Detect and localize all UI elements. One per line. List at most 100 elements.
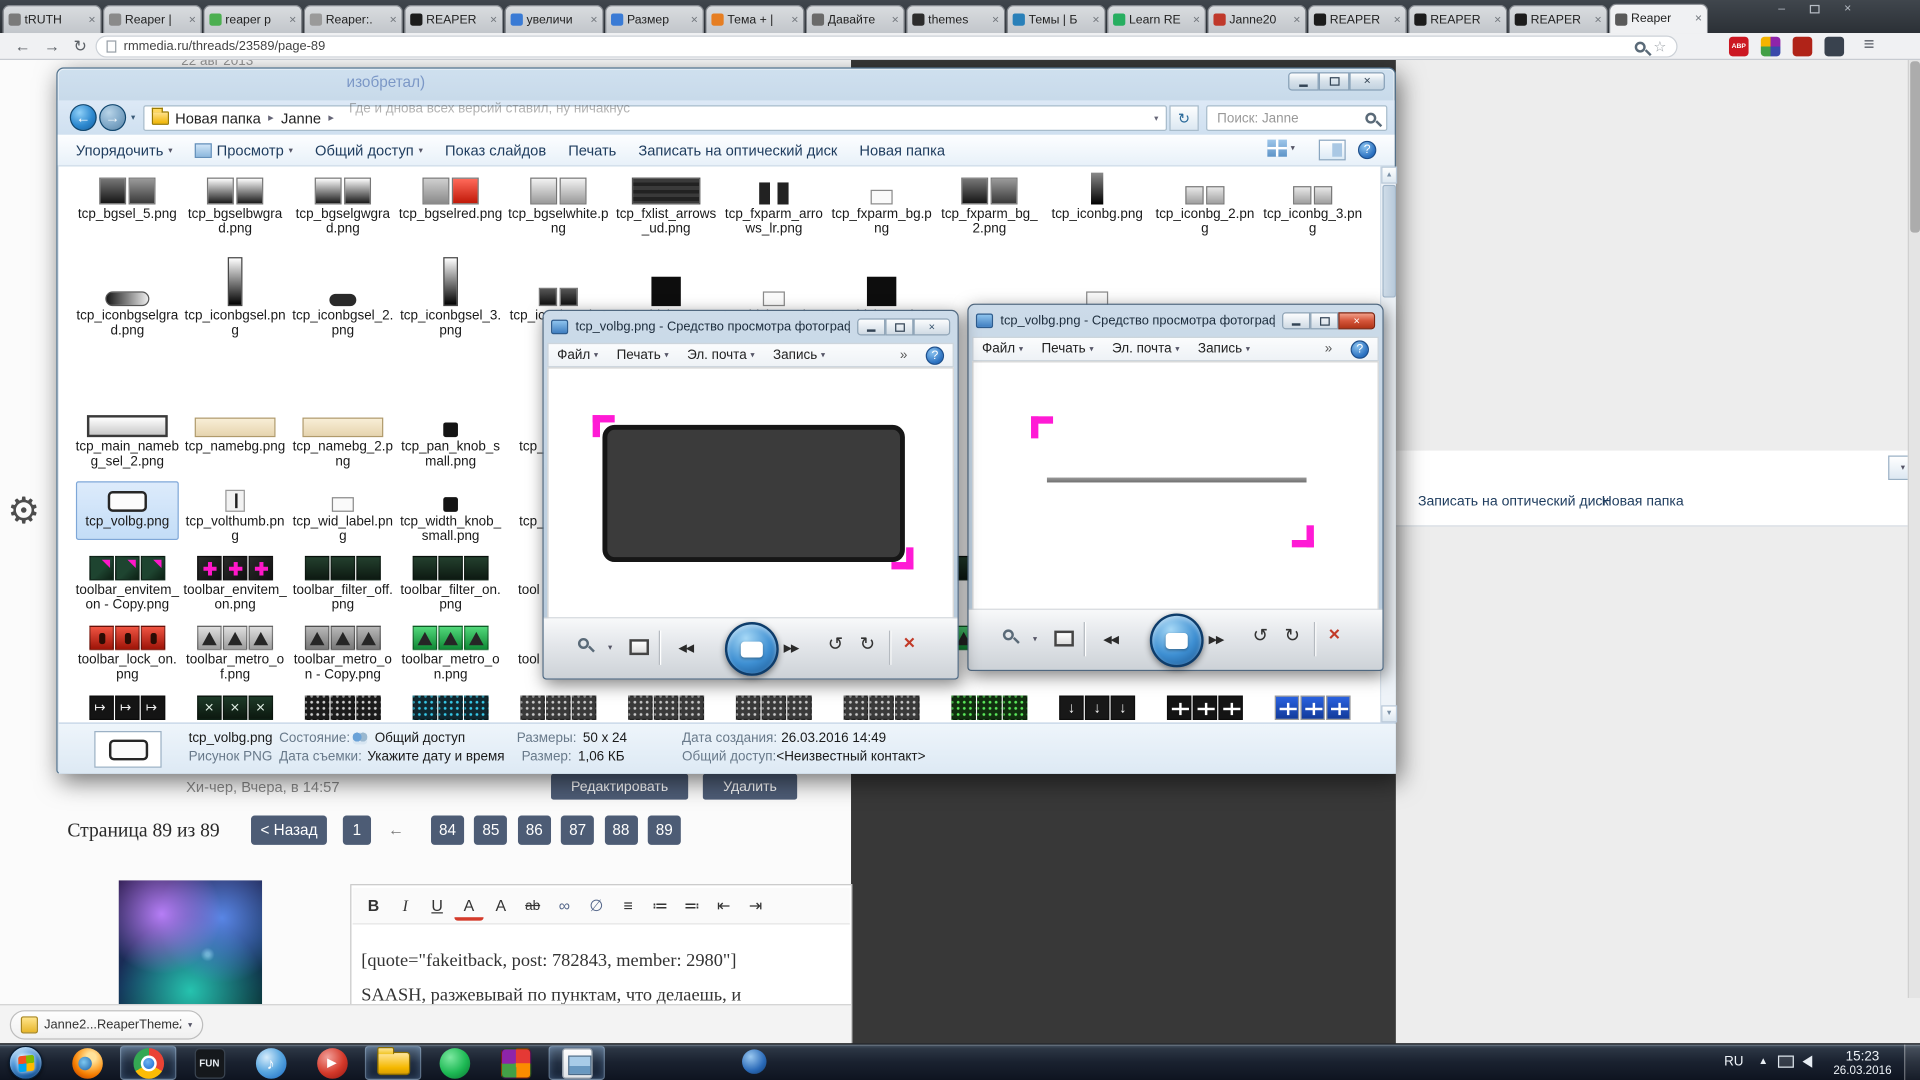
menu-Печать[interactable]: Печать▾ [1042, 342, 1094, 357]
delete-button[interactable]: × [1329, 624, 1340, 646]
file-item[interactable]: tcp_width_knob_small.png [397, 485, 505, 544]
browser-tab[interactable]: Давайте× [806, 5, 905, 33]
viewer-titlebar[interactable]: tcp_volbg.png - Средство просмотра фотог… [969, 305, 1383, 337]
tab-close-icon[interactable]: × [590, 13, 597, 26]
editor-align-button[interactable]: ≡ [613, 891, 642, 920]
file-item[interactable]: tcp_iconbgsel_2.png [289, 255, 397, 338]
status-share[interactable]: <Неизвестный контакт> [776, 749, 925, 764]
page-button-87[interactable]: 87 [561, 816, 594, 845]
page-button-84[interactable]: 84 [431, 816, 464, 845]
browser-tab[interactable]: REAPER× [1509, 5, 1608, 33]
recent-pages-caret-icon[interactable]: ▾ [131, 113, 135, 123]
back-button[interactable]: < Назад [251, 816, 327, 845]
command-burn-disc[interactable]: Записать на оптический диск [627, 135, 848, 167]
command-share[interactable]: Общий доступ▾ [304, 135, 434, 167]
file-item[interactable]: tcp_iconbg_2.png [1151, 173, 1259, 237]
browser-tab[interactable]: Reaper:.× [304, 5, 403, 33]
taskbar-explorer[interactable] [365, 1046, 421, 1080]
file-item[interactable]: tcp_fxparm_arrows_lr.png [720, 173, 828, 237]
file-item[interactable]: toolbar_filter_on.png [397, 551, 505, 612]
file-item[interactable]: tcp_bgselbwgrad.png [181, 173, 289, 237]
minimize-button[interactable] [857, 318, 885, 335]
new-folder-command[interactable]: Новая папка [1602, 495, 1684, 510]
file-item[interactable]: tcp_wid_label.png [289, 485, 397, 544]
menu-Эл. почта[interactable]: Эл. почта▾ [687, 348, 755, 363]
file-item[interactable]: tcp_namebg.png [181, 408, 289, 455]
address-breadcrumb[interactable]: Новая папка ▸ Janne ▸ ▾ [143, 105, 1167, 131]
tab-close-icon[interactable]: × [390, 13, 397, 26]
previous-button[interactable]: ◀◀ [678, 642, 693, 655]
network-icon[interactable] [1778, 1056, 1794, 1068]
page-button-1[interactable]: 1 [343, 816, 371, 845]
taskbar-fun[interactable]: FUN [181, 1046, 237, 1080]
file-item[interactable]: toolbar_envitem_on - Copy.png [73, 551, 181, 612]
file-item[interactable] [1259, 691, 1367, 720]
tab-close-icon[interactable]: × [1394, 13, 1401, 26]
browser-tab[interactable]: Reaper× [1609, 4, 1708, 33]
command-view[interactable]: Просмотр▾ [184, 135, 304, 167]
file-item[interactable]: tcp_main_namebg_sel_2.png [73, 408, 181, 469]
maximize-button[interactable] [1310, 312, 1338, 329]
file-item[interactable]: tcp_iconbg_3.png [1259, 173, 1367, 237]
menu-Запись[interactable]: Запись▾ [1198, 342, 1250, 357]
browser-reload-button[interactable]: ↻ [73, 37, 86, 57]
file-item[interactable] [504, 691, 612, 720]
user-avatar[interactable] [119, 880, 262, 1015]
address-bar[interactable]: rmmedia.ru/threads/23589/page-89 ☆ [96, 36, 1678, 58]
menu-Печать[interactable]: Печать▾ [617, 348, 669, 363]
file-item[interactable]: tcp_iconbg.png [1043, 173, 1151, 222]
file-item[interactable] [612, 691, 720, 720]
taskbar-extra-icon[interactable] [742, 1049, 766, 1073]
close-button[interactable]: × [1349, 72, 1385, 90]
tab-close-icon[interactable]: × [1092, 13, 1099, 26]
page-button-86[interactable]: 86 [518, 816, 551, 845]
tab-close-icon[interactable]: × [189, 13, 196, 26]
menu-overflow-icon[interactable]: » [900, 348, 908, 363]
tab-close-icon[interactable]: × [791, 13, 798, 26]
breadcrumb-separator-icon[interactable]: ▸ [328, 111, 334, 124]
viewer-titlebar[interactable]: tcp_volbg.png - Средство просмотра фотог… [544, 311, 958, 343]
command-slideshow[interactable]: Показ слайдов [434, 135, 557, 167]
scroll-down-icon[interactable]: ▼ [1381, 705, 1397, 722]
extension-icon[interactable] [1824, 37, 1844, 57]
show-desktop-button[interactable] [1904, 1044, 1920, 1080]
file-item[interactable]: toolbar_metro_on.png [397, 621, 505, 682]
breadcrumb-root[interactable]: Новая папка [175, 110, 261, 127]
next-button[interactable]: ▶▶ [1209, 633, 1224, 646]
browser-tab[interactable]: Темы | Б× [1007, 5, 1106, 33]
zoom-button[interactable]: ▾ [578, 636, 612, 660]
browser-back-button[interactable]: ← [15, 37, 31, 55]
command-organize[interactable]: Упорядочить▾ [65, 135, 184, 167]
file-item[interactable] [73, 691, 181, 720]
file-item[interactable] [936, 691, 1044, 720]
taskbar-firefox[interactable] [59, 1046, 115, 1080]
close-button[interactable]: × [913, 318, 950, 335]
tab-close-icon[interactable]: × [892, 13, 899, 26]
browser-tab[interactable]: REAPER× [404, 5, 503, 33]
edit-button[interactable]: Редактировать [551, 774, 688, 800]
next-button[interactable]: ▶▶ [784, 642, 799, 655]
refresh-button[interactable]: ↻ [1169, 105, 1198, 131]
status-shot[interactable]: Укажите дату и время [367, 749, 504, 764]
preview-pane-button[interactable] [1319, 140, 1346, 161]
file-item[interactable]: tcp_iconbgsel.png [181, 255, 289, 338]
minimize-button[interactable] [1282, 312, 1310, 329]
menu-Файл[interactable]: Файл▾ [982, 342, 1023, 357]
zoom-button[interactable]: ▾ [1003, 627, 1037, 651]
tab-close-icon[interactable]: × [1293, 13, 1300, 26]
adblock-extension-icon[interactable]: ABP [1729, 37, 1749, 57]
extension-icon[interactable] [1761, 37, 1781, 57]
file-item[interactable]: toolbar_metro_on - Copy.png [289, 621, 397, 682]
help-icon[interactable]: ? [1358, 141, 1376, 159]
page-button-85[interactable]: 85 [474, 816, 507, 845]
taskbar-media[interactable]: ▶ [304, 1046, 360, 1080]
file-item[interactable]: tcp_bgselwhite.png [504, 173, 612, 237]
explorer-titlebar[interactable]: × [58, 69, 1395, 101]
menu-Файл[interactable]: Файл▾ [557, 348, 598, 363]
language-indicator[interactable]: RU [1724, 1054, 1743, 1069]
gear-icon[interactable]: ⚙ [7, 490, 40, 533]
actual-size-button[interactable] [1054, 631, 1074, 647]
url-text[interactable]: rmmedia.ru/threads/23589/page-89 [124, 39, 326, 54]
help-icon[interactable]: ? [1351, 340, 1369, 358]
rotate-ccw-button[interactable]: ↺ [828, 633, 843, 655]
